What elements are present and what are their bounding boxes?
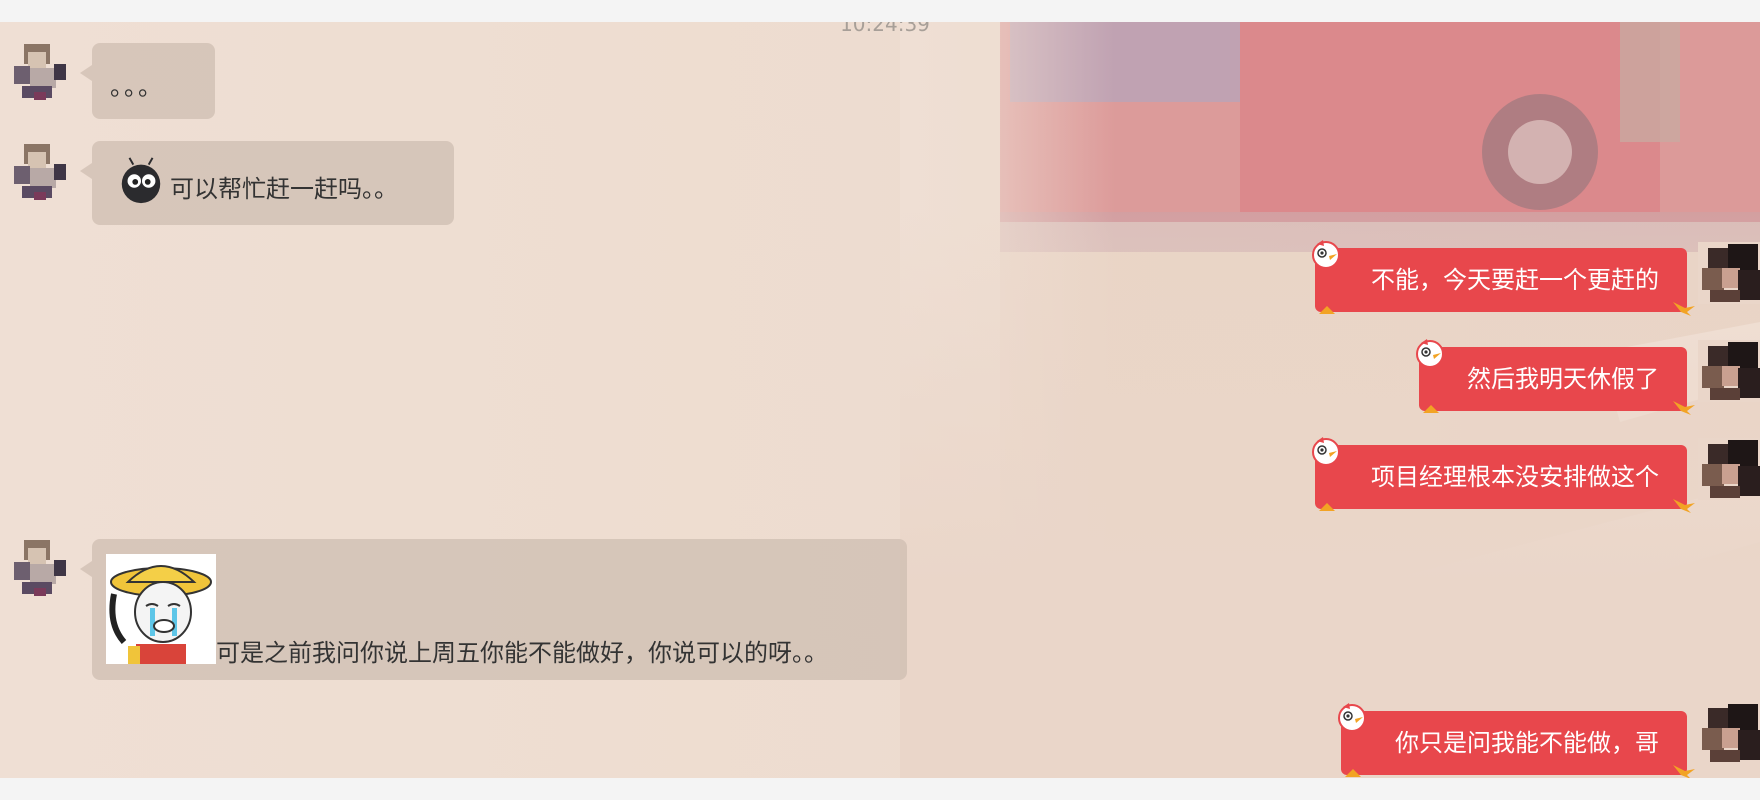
bubble-tail <box>80 65 92 81</box>
message-text: 然后我明天休假了 <box>1419 347 1687 411</box>
message-text: 项目经理根本没安排做这个 <box>1315 445 1687 509</box>
message-text: 可是之前我问你说上周五你能不能做好，你说可以的呀。。 <box>216 639 828 667</box>
outgoing-message-bubble: 项目经理根本没安排做这个 <box>1312 437 1695 513</box>
bird-feet-icon <box>1673 765 1695 778</box>
bird-feet-icon <box>1319 306 1335 314</box>
outgoing-message-bubble: 不能，今天要赶一个更赶的 <box>1312 240 1695 316</box>
self-avatar[interactable] <box>1698 702 1760 764</box>
incoming-message-bubble: 可是之前我问你说上周五你能不能做好，你说可以的呀。。 <box>80 539 907 680</box>
message-timestamp: 10:24:39 <box>840 22 930 36</box>
incoming-message-bubble: 。。。 <box>80 43 215 119</box>
self-avatar[interactable] <box>1698 340 1760 402</box>
sender-avatar[interactable] <box>8 140 70 202</box>
bird-feet-icon <box>1423 405 1439 413</box>
bird-feet-icon <box>1673 401 1695 415</box>
sender-avatar[interactable] <box>8 40 70 102</box>
cartoon-bird-icon <box>1416 339 1444 368</box>
bubble-tail <box>80 561 92 577</box>
bird-feet-icon <box>1319 503 1335 511</box>
bird-feet-icon <box>1673 302 1695 316</box>
cartoon-bird-icon <box>1312 437 1340 466</box>
cartoon-bird-icon <box>1312 240 1340 269</box>
message-text: 你只是问我能不能做，哥 <box>1341 711 1687 775</box>
self-avatar[interactable] <box>1698 242 1760 304</box>
bird-feet-icon <box>1673 499 1695 513</box>
outgoing-message-bubble: 你只是问我能不能做，哥 <box>1338 703 1695 778</box>
incoming-message-bubble: 可以帮忙赶一赶吗。。 <box>80 141 454 225</box>
chat-message-area[interactable]: 10:24:39 。。。 可以帮忙赶一赶吗。。 不能，今天要赶一个更赶的 然后我… <box>0 22 1760 778</box>
outgoing-message-bubble: 然后我明天休假了 <box>1416 339 1695 415</box>
self-avatar[interactable] <box>1698 438 1760 500</box>
crying-face-sticker-icon[interactable] <box>106 554 216 664</box>
message-text: 可以帮忙赶一赶吗。。 <box>170 175 398 203</box>
bird-feet-icon <box>1345 769 1361 777</box>
cartoon-bird-icon <box>1338 703 1366 732</box>
bug-eyes-emoji-icon <box>121 157 161 204</box>
message-text: 不能，今天要赶一个更赶的 <box>1315 248 1687 312</box>
bubble-tail <box>80 163 92 179</box>
sender-avatar[interactable] <box>8 536 70 598</box>
message-text: 。。。 <box>110 73 164 101</box>
